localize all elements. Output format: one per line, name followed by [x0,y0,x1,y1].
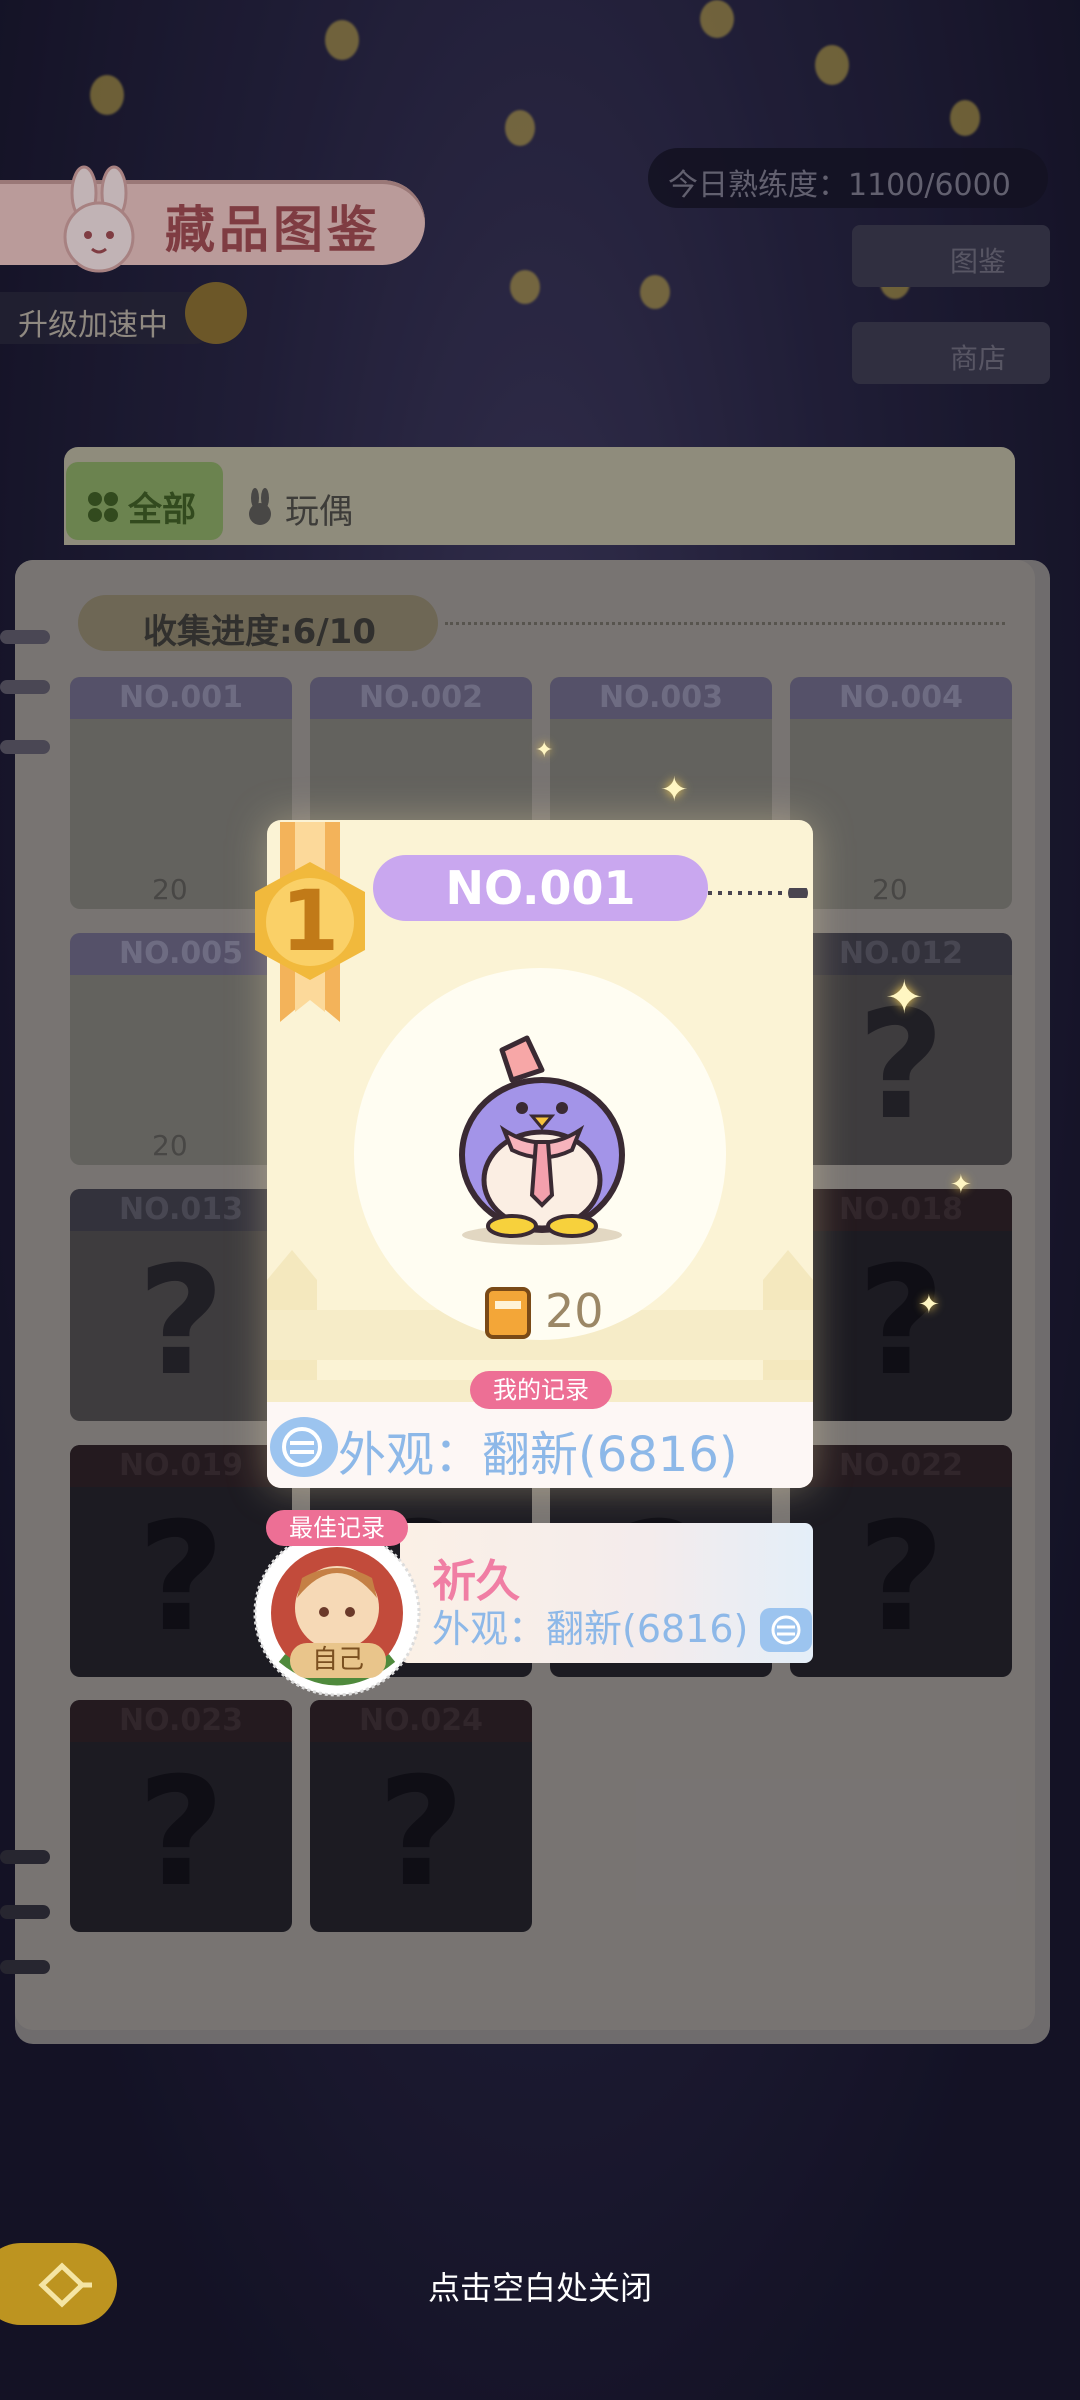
book-icon [485,1287,531,1339]
item-score: 20 [545,1284,604,1338]
best-record-tag: 最佳记录 [266,1510,408,1546]
self-badge: 自己 [290,1643,386,1678]
appearance-icon [760,1608,812,1652]
chain-decoration [708,888,808,898]
sparkle-icon: ✦ [535,738,554,763]
sparkle-icon: ✦ [660,770,689,810]
best-record-appearance: 外观：翻新(6816) [432,1607,749,1651]
my-record-tag: 我的记录 [470,1371,612,1409]
sparkle-icon: ✦ [918,1290,940,1320]
penguin-doll-icon [459,1035,625,1245]
sparkle-icon: ✦ [950,1170,972,1200]
item-number-banner: NO.001 [373,855,708,921]
sparkle-icon: ✦ [885,970,924,1024]
close-hint: 点击空白处关闭 [427,2269,652,2307]
appearance-icon [270,1417,338,1477]
my-record-appearance: 外观：翻新(6816) [338,1427,738,1483]
rank-number: 1 [280,872,340,970]
